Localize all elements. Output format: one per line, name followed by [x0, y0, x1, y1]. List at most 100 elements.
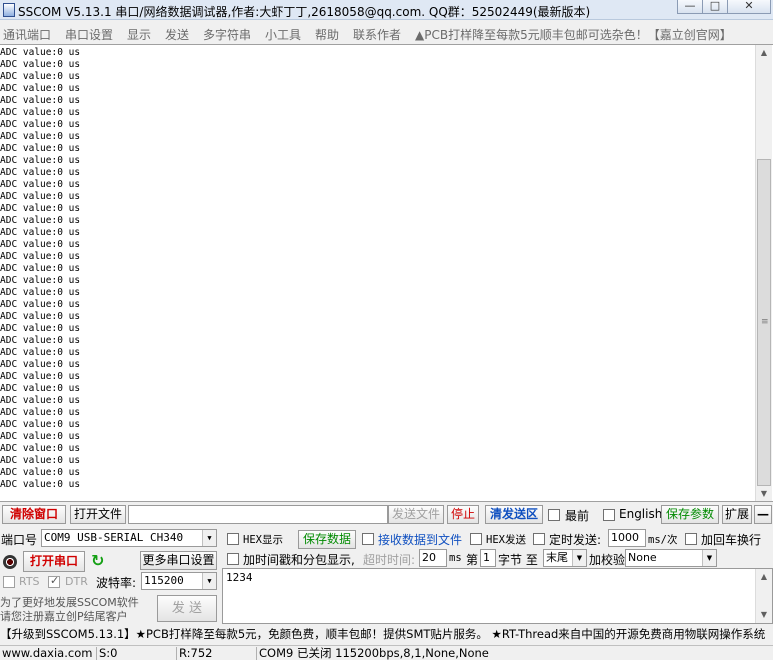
- scroll-thumb[interactable]: ≡: [757, 159, 771, 486]
- receive-line: ADC value:0 us: [0, 203, 81, 214]
- checksum-select[interactable]: None ▼: [625, 549, 717, 567]
- interval-input[interactable]: 1000: [608, 529, 646, 547]
- receive-line: ADC value:0 us: [0, 407, 81, 418]
- topmost-label: 最前: [565, 509, 590, 523]
- scroll-up-icon[interactable]: ▲: [756, 45, 772, 61]
- receive-line: ADC value:0 us: [0, 431, 81, 442]
- timed-send-checkbox[interactable]: [533, 533, 545, 545]
- timestamp-label: 加时间戳和分包显示,: [243, 553, 355, 567]
- port-status-icon: [3, 555, 17, 569]
- open-file-button[interactable]: 打开文件: [70, 505, 126, 524]
- receive-line: ADC value:0 us: [0, 215, 81, 226]
- timestamp-checkbox[interactable]: [227, 553, 239, 565]
- menu-tools[interactable]: 小工具: [265, 26, 301, 43]
- add-crlf-checkbox[interactable]: [685, 533, 697, 545]
- save-params-button[interactable]: 保存参数: [661, 505, 719, 524]
- recv-to-file-checkbox[interactable]: [362, 533, 374, 545]
- byte-end-select[interactable]: 末尾 ▼: [543, 549, 587, 567]
- send-file-button[interactable]: 发送文件: [388, 505, 444, 524]
- clear-window-button[interactable]: 清除窗口: [2, 505, 66, 524]
- send-button[interactable]: 发 送: [157, 595, 217, 622]
- status-port-state: COM9 已关闭 115200bps,8,1,None,None: [259, 646, 489, 660]
- topmost-checkbox[interactable]: [548, 509, 560, 521]
- scroll-down-icon[interactable]: ▼: [756, 607, 772, 623]
- receive-area[interactable]: ADC value:0 us ADC value:0 us ADC value:0 …: [0, 44, 773, 502]
- receive-line: ADC value:0 us: [0, 467, 81, 478]
- collapse-button[interactable]: —: [754, 505, 772, 524]
- app-icon: [3, 3, 15, 17]
- port-label: 端口号: [1, 533, 38, 547]
- title-bar: SSCOM V5.13.1 串口/网络数据调试器,作者:大虾丁丁,2618058…: [0, 0, 773, 20]
- receive-line: ADC value:0 us: [0, 347, 81, 358]
- baud-select[interactable]: 115200 ▼: [141, 572, 217, 590]
- menu-send[interactable]: 发送: [165, 26, 189, 43]
- receive-line: ADC value:0 us: [0, 383, 81, 394]
- baud-label: 波特率:: [96, 576, 137, 590]
- recv-to-file-label[interactable]: 接收数据到文件: [378, 531, 462, 548]
- stop-button[interactable]: 停止: [447, 505, 479, 524]
- open-port-button[interactable]: 打开串口: [23, 551, 85, 572]
- send-text: 1234: [226, 571, 253, 584]
- english-checkbox[interactable]: [603, 509, 615, 521]
- clear-send-button[interactable]: 清发送区: [485, 505, 543, 524]
- receive-line: ADC value:0 us: [0, 251, 81, 262]
- send-scrollbar[interactable]: ▲ ▼: [755, 569, 772, 623]
- status-bar: www.daxia.com S:0 R:752 COM9 已关闭 115200b…: [0, 645, 773, 660]
- port-select[interactable]: COM9 USB-SERIAL CH340 ▼: [41, 529, 217, 547]
- status-site[interactable]: www.daxia.com: [0, 647, 97, 660]
- receive-line: ADC value:0 us: [0, 227, 81, 238]
- byte-start-input[interactable]: 1: [480, 549, 496, 567]
- receive-line: ADC value:0 us: [0, 179, 81, 190]
- receive-line: ADC value:0 us: [0, 443, 81, 454]
- minimize-button[interactable]: —: [677, 0, 703, 14]
- chevron-down-icon: ▼: [202, 530, 216, 546]
- chevron-down-icon: ▼: [202, 573, 216, 589]
- receive-text: ADC value:0 us ADC value:0 us ADC value:0 …: [0, 47, 740, 491]
- maximize-button[interactable]: □: [702, 0, 728, 14]
- receive-line: ADC value:0 us: [0, 239, 81, 250]
- english-label: English: [619, 507, 663, 521]
- receive-line: ADC value:0 us: [0, 287, 81, 298]
- menu-pcb-promo[interactable]: ▲PCB打样降至每款5元顺丰包邮可选杂色！【嘉立创官网】: [415, 26, 732, 43]
- receive-line: ADC value:0 us: [0, 131, 81, 142]
- hex-display-checkbox[interactable]: [227, 533, 239, 545]
- menu-multi-string[interactable]: 多字符串: [203, 26, 251, 43]
- menu-serial-settings[interactable]: 串口设置: [65, 26, 113, 43]
- hex-send-checkbox[interactable]: [470, 533, 482, 545]
- port-select-value: COM9 USB-SERIAL CH340: [44, 531, 184, 544]
- baud-select-value: 115200: [144, 574, 184, 587]
- hex-send-label: HEX发送: [486, 534, 526, 546]
- receive-line: ADC value:0 us: [0, 455, 81, 466]
- scroll-up-icon[interactable]: ▲: [756, 569, 772, 585]
- support-message-line-2: 请您注册嘉立创P结尾客户: [0, 610, 128, 623]
- refresh-icon[interactable]: ↻: [91, 551, 104, 570]
- receive-line: ADC value:0 us: [0, 83, 81, 94]
- menu-help[interactable]: 帮助: [315, 26, 339, 43]
- status-received: R:752: [177, 647, 257, 660]
- scroll-down-icon[interactable]: ▼: [756, 486, 772, 501]
- toolbar-row: 清除窗口 打开文件 发送文件 停止 清发送区 最前 English 保存参数 扩…: [0, 505, 773, 525]
- byte-from-label: 第: [466, 553, 479, 567]
- promo-banner[interactable]: 【升级到SSCOM5.13.1】★PCB打样降至每款5元，免颜色费，顺丰包邮！提…: [0, 626, 773, 644]
- save-data-button[interactable]: 保存数据: [298, 530, 356, 549]
- more-serial-settings-button[interactable]: 更多串口设置: [140, 551, 217, 570]
- rts-checkbox[interactable]: [3, 576, 15, 588]
- interval-unit-label: ms/次: [648, 534, 678, 546]
- dtr-checkbox[interactable]: [48, 574, 60, 588]
- receive-line: ADC value:0 us: [0, 323, 81, 334]
- close-button[interactable]: ✕: [727, 0, 771, 14]
- byte-to-label: 字节 至: [498, 553, 538, 567]
- menu-display[interactable]: 显示: [127, 26, 151, 43]
- timeout-input[interactable]: 20: [419, 549, 447, 567]
- dtr-label: DTR: [65, 575, 88, 588]
- menu-contact-author[interactable]: 联系作者: [353, 26, 401, 43]
- timed-send-label: 定时发送:: [549, 533, 602, 547]
- window-title: SSCOM V5.13.1 串口/网络数据调试器,作者:大虾丁丁,2618058…: [18, 5, 591, 19]
- receive-scrollbar[interactable]: ▲ ≡ ▼: [755, 45, 772, 501]
- send-textarea[interactable]: 1234 ▲ ▼: [222, 568, 773, 624]
- receive-line: ADC value:0 us: [0, 311, 81, 322]
- receive-line: ADC value:0 us: [0, 143, 81, 154]
- file-path-input[interactable]: [128, 505, 388, 524]
- expand-button[interactable]: 扩展: [722, 505, 752, 524]
- menu-comm-port[interactable]: 通讯端口: [3, 26, 51, 43]
